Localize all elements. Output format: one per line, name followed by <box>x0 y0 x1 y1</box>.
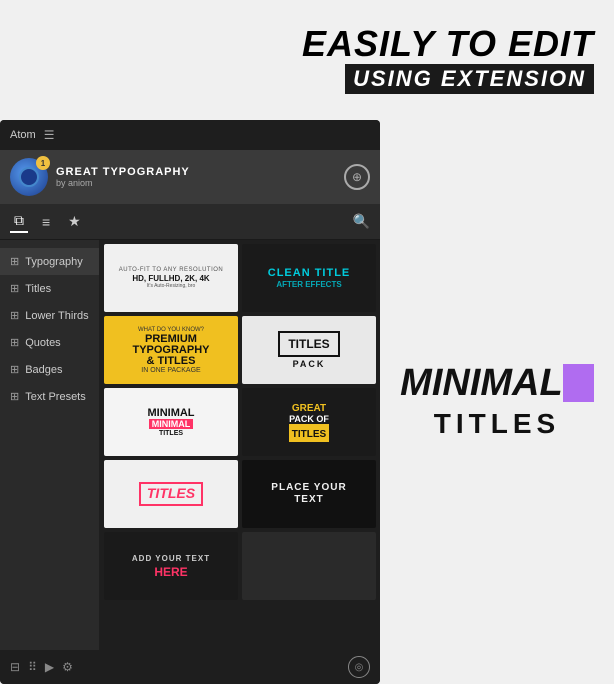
bottom-circle-button[interactable]: ◎ <box>348 656 370 678</box>
bottom-settings-icon[interactable]: ⚙ <box>62 660 73 674</box>
grid-row-1: AUTO-FIT TO ANY RESOLUTION HD, FULLHD, 2… <box>104 244 376 312</box>
text-presets-icon: ⊞ <box>10 390 19 403</box>
sidebar-item-lower-thirds[interactable]: ⊞ Lower Thirds <box>0 302 99 329</box>
extension-panel: Atom ☰ 1 GREAT TYPOGRAPHY by aniom ⊕ ⧉ ≡… <box>0 120 380 684</box>
main-content: ⊞ Typography ⊞ Titles ⊞ Lower Thirds ⊞ Q… <box>0 240 380 650</box>
what-line1: WHAT DO YOU KNOW? <box>138 327 204 333</box>
hamburger-icon[interactable]: ☰ <box>44 128 55 142</box>
what-line3: IN ONE PACKAGE <box>141 367 200 374</box>
clean-title-text: CLEAN TITLE <box>268 267 351 279</box>
sidebar-label-titles: Titles <box>25 283 51 295</box>
profile-bar: 1 GREAT TYPOGRAPHY by aniom ⊕ <box>0 150 380 204</box>
sidebar-item-text-presets[interactable]: ⊞ Text Presets <box>0 383 99 410</box>
grid-row-5: ADD YOUR TEXT HERE <box>104 532 376 600</box>
sidebar-item-titles[interactable]: ⊞ Titles <box>0 275 99 302</box>
layers-icon[interactable]: ≡ <box>38 212 54 232</box>
titles-highlight-box: TITLES <box>289 424 329 442</box>
profile-name: GREAT TYPOGRAPHY <box>56 166 336 178</box>
grid-cell-autofit[interactable]: AUTO-FIT TO ANY RESOLUTION HD, FULLHD, 2… <box>104 244 238 312</box>
what-line2: PREMIUM TYPOGRAPHY& TITLES <box>108 334 234 367</box>
titles-pink-box: TITLES <box>139 482 203 506</box>
bottom-toolbar: ⊟ ⠿ ▶ ⚙ ◎ <box>0 650 380 684</box>
titles-pink-text: TITLES <box>147 485 195 501</box>
here-text: HERE <box>154 565 187 579</box>
grid-cell-titles-pack[interactable]: TITLES PACK <box>242 316 376 384</box>
badges-icon: ⊞ <box>10 363 19 376</box>
grid-cell-great-pack[interactable]: GREAT PACK OF TITLES <box>242 388 376 456</box>
profile-settings-icon[interactable]: ⊕ <box>344 164 370 190</box>
bottom-grid-icon[interactable]: ⊟ <box>10 660 20 674</box>
grid-row-4: TITLES PLACE YOURTEXT <box>104 460 376 528</box>
clean-title-sub: AFTER EFFECTS <box>276 280 341 289</box>
sidebar-label-typography: Typography <box>25 256 82 268</box>
sliders-icon[interactable]: ⧉ <box>10 210 28 233</box>
minimal-display-row: MINIMAL <box>400 364 594 402</box>
sidebar-label-badges: Badges <box>25 364 62 376</box>
bottom-play-icon[interactable]: ▶ <box>45 660 54 674</box>
autofit-line2: HD, FULLHD, 2K, 4K <box>132 274 209 283</box>
quotes-icon: ⊞ <box>10 336 19 349</box>
grid-cell-empty <box>242 532 376 600</box>
avatar-badge: 1 <box>36 156 50 170</box>
sidebar-item-typography[interactable]: ⊞ Typography <box>0 248 99 275</box>
bottom-dots-icon[interactable]: ⠿ <box>28 660 37 674</box>
grid-row-3: MINIMAL MINIMAL TITLES GREAT PACK OF TIT… <box>104 388 376 456</box>
final-right-panel: MINIMAL TITLES <box>380 120 614 684</box>
banner-text-block: EASILY TO EDIT USING EXTENSION <box>302 26 594 94</box>
titles-highlight-text: TITLES <box>292 429 326 440</box>
titles-icon: ⊞ <box>10 282 19 295</box>
pack-of-text: PACK OF <box>289 414 329 424</box>
grid-row-2: WHAT DO YOU KNOW? PREMIUM TYPOGRAPHY& TI… <box>104 316 376 384</box>
sidebar-item-quotes[interactable]: ⊞ Quotes <box>0 329 99 356</box>
titles-sub: TITLES <box>159 430 183 437</box>
bottom-circle-icon: ◎ <box>355 662 364 673</box>
titles-pack-text: TITLES <box>288 337 329 351</box>
grid-cell-place-your-text[interactable]: PLACE YOURTEXT <box>242 460 376 528</box>
banner-line1: EASILY TO EDIT <box>302 26 594 62</box>
sidebar-label-text-presets: Text Presets <box>25 391 86 403</box>
grid-cell-minimal-titles[interactable]: MINIMAL MINIMAL TITLES <box>104 388 238 456</box>
search-icon[interactable]: 🔍 <box>353 213 370 230</box>
minimal-accent-final <box>563 364 594 402</box>
titles-display: TITLES <box>434 408 560 440</box>
lower-thirds-icon: ⊞ <box>10 309 19 322</box>
grid-cell-what-do-you[interactable]: WHAT DO YOU KNOW? PREMIUM TYPOGRAPHY& TI… <box>104 316 238 384</box>
add-your-text-top: ADD YOUR TEXT <box>132 554 210 563</box>
minimal-titles-label: MINIMAL <box>152 419 191 429</box>
sidebar-item-badges[interactable]: ⊞ Badges <box>0 356 99 383</box>
sidebar-label-quotes: Quotes <box>25 337 60 349</box>
pack-label: PACK <box>293 359 326 369</box>
grid-area: AUTO-FIT TO ANY RESOLUTION HD, FULLHD, 2… <box>100 240 380 650</box>
star-icon[interactable]: ★ <box>64 211 85 232</box>
minimal-display: MINIMAL <box>400 364 563 402</box>
titles-pack-box: TITLES <box>278 331 339 357</box>
sidebar-label-lower-thirds: Lower Thirds <box>25 310 88 322</box>
minimal-t: MINIMAL <box>147 407 194 419</box>
sidebar: ⊞ Typography ⊞ Titles ⊞ Lower Thirds ⊞ Q… <box>0 240 100 650</box>
top-banner: EASILY TO EDIT USING EXTENSION <box>0 0 614 120</box>
grid-cell-add-your-text[interactable]: ADD YOUR TEXT HERE <box>104 532 238 600</box>
autofit-line1: AUTO-FIT TO ANY RESOLUTION <box>119 267 223 273</box>
profile-sub: by aniom <box>56 178 336 188</box>
profile-info: GREAT TYPOGRAPHY by aniom <box>56 166 336 188</box>
place-your-text: PLACE YOURTEXT <box>271 482 346 506</box>
minimal-titles-pink: MINIMAL <box>149 419 194 429</box>
avatar-wrap: 1 <box>10 158 48 196</box>
panel-title: Atom <box>10 129 36 141</box>
banner-line2: USING EXTENSION <box>353 66 586 91</box>
autofit-line3: It's Auto-Resizing, bro <box>147 283 195 289</box>
minimal-titles-display: MINIMAL <box>147 407 194 419</box>
great-text: GREAT <box>292 403 326 414</box>
typography-icon: ⊞ <box>10 255 19 268</box>
grid-cell-clean-title[interactable]: CLEAN TITLE AFTER EFFECTS <box>242 244 376 312</box>
toolbar: ⧉ ≡ ★ 🔍 <box>0 204 380 240</box>
panel-header: Atom ☰ <box>0 120 380 150</box>
grid-cell-titles-pink[interactable]: TITLES <box>104 460 238 528</box>
banner-line2-wrap: USING EXTENSION <box>345 64 594 94</box>
